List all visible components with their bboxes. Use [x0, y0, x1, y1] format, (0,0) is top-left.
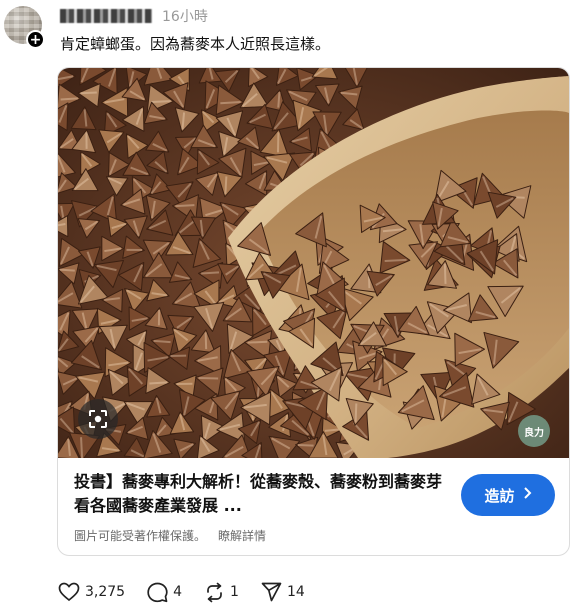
comment-count: 4	[173, 584, 183, 600]
visit-label: 造訪	[484, 486, 515, 505]
post-text: 肯定蟑螂蛋。因為蕎麥本人近照長這樣。	[60, 35, 331, 53]
link-title[interactable]: 投書】蕎麥專利大解析！從蕎麥殼、蕎麥粉到蕎麥芽看各國蕎麥產業發展 ...	[74, 470, 444, 518]
share-count: 14	[286, 584, 305, 600]
like-count: 3,275	[85, 584, 126, 600]
copyright-text: 圖片可能受著作權保護。	[74, 529, 207, 543]
buckwheat-photo: 良力	[58, 68, 569, 458]
timestamp[interactable]: 16小時	[162, 6, 208, 26]
author-name-blurred[interactable]	[60, 9, 152, 23]
learn-more-link[interactable]: 瞭解詳情	[218, 529, 266, 543]
comment-icon	[147, 582, 168, 602]
link-preview-card[interactable]: 良力 投書】蕎麥專利大解析！從蕎麥殼、蕎麥粉到蕎麥芽看各國蕎麥產業發展 ... …	[57, 67, 570, 556]
share-button[interactable]: 14	[261, 582, 305, 602]
comment-button[interactable]: 4	[147, 582, 182, 603]
repost-button[interactable]: 1	[204, 582, 239, 603]
watermark-logo: 良力	[518, 415, 550, 447]
like-button[interactable]: 3,275	[58, 582, 125, 602]
heart-icon	[58, 582, 80, 602]
action-bar: 3,275 4 1 14	[58, 580, 327, 604]
share-icon	[261, 582, 282, 602]
repost-icon	[207, 582, 222, 602]
visit-button[interactable]: 造訪	[461, 474, 555, 516]
copyright-notice: 圖片可能受著作權保護。 瞭解詳情	[74, 527, 266, 544]
chevron-right-icon	[523, 486, 532, 504]
post-header: 16小時	[60, 5, 208, 27]
follow-plus-icon[interactable]: +	[26, 30, 45, 49]
lens-search-icon[interactable]	[78, 399, 118, 439]
repost-count: 1	[230, 584, 239, 600]
